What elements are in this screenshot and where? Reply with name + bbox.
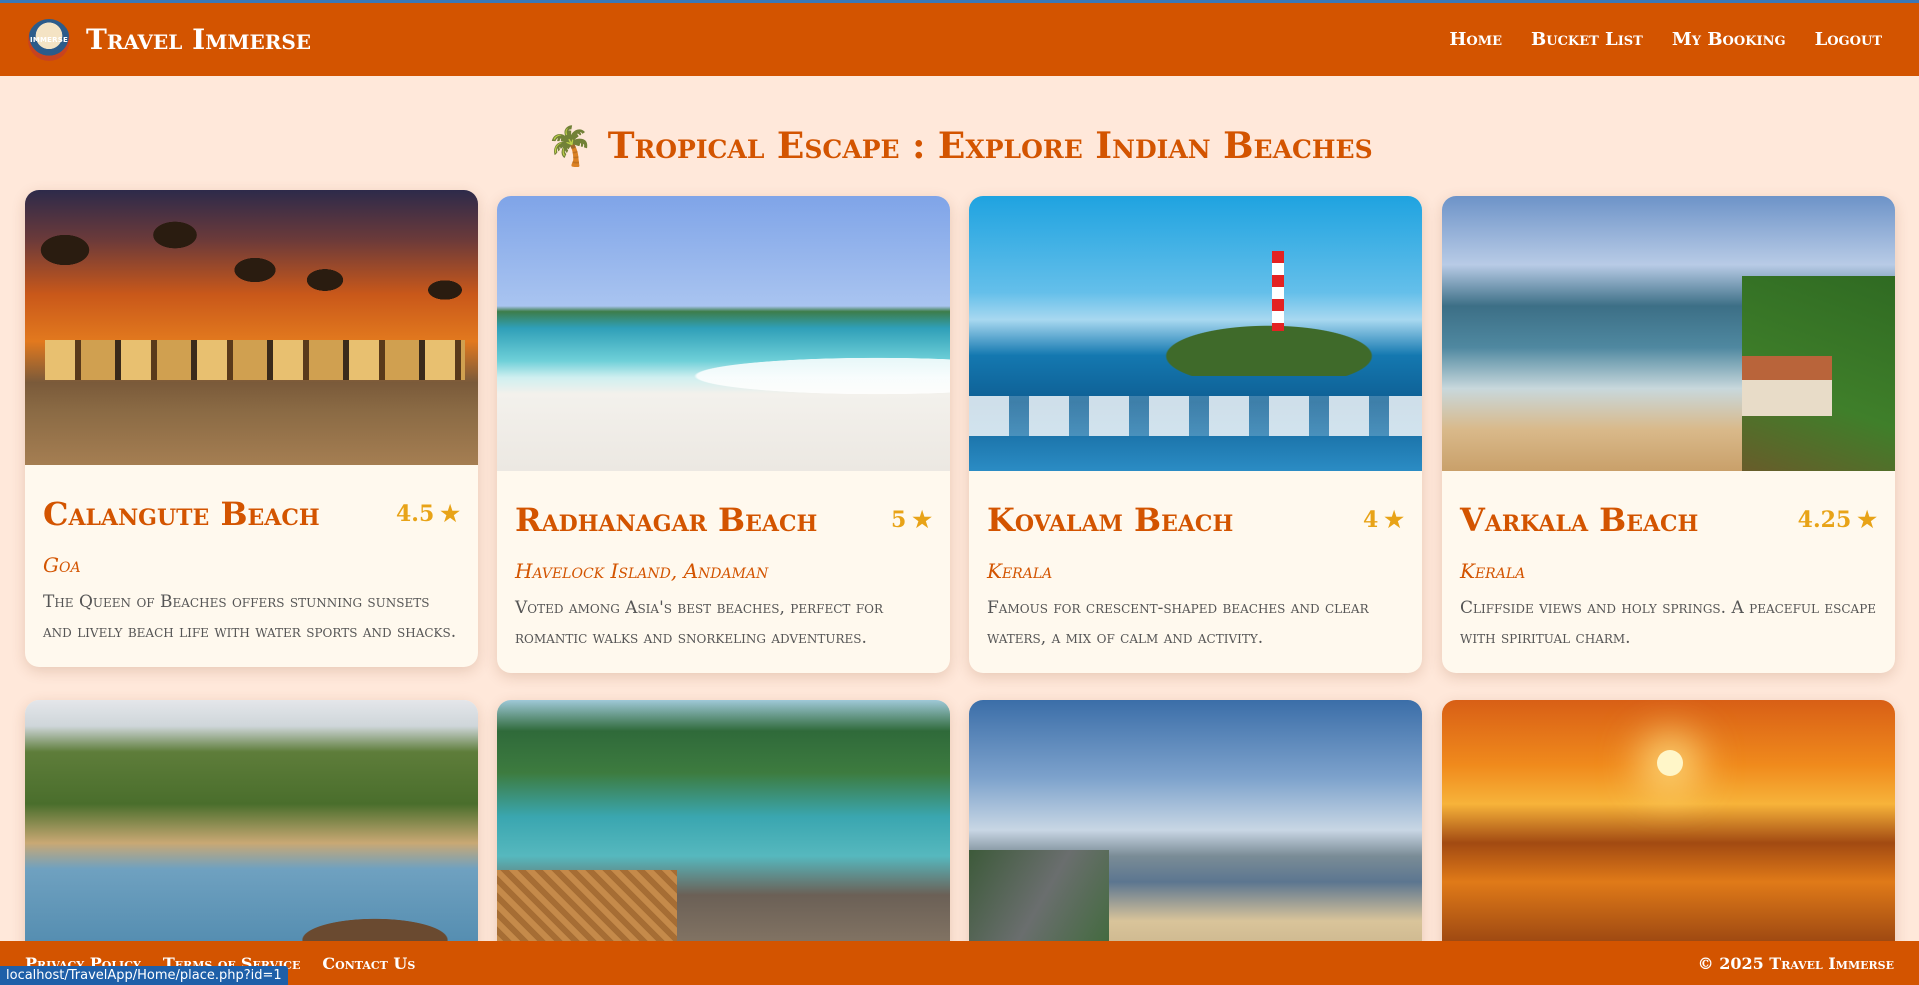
place-card-row2-4[interactable] [1442, 700, 1895, 960]
logo-text: IMMERSE [30, 35, 68, 44]
card-body: Varkala Beach 4.25 ★ Kerala Cliffside vi… [1442, 471, 1895, 673]
brand-name[interactable]: Travel Immerse [86, 23, 311, 56]
place-card-row2-2[interactable] [497, 700, 950, 960]
place-location: Kerala [1460, 559, 1526, 583]
card-header: Varkala Beach 4.25 ★ [1460, 501, 1877, 539]
place-description: The Queen of Beaches offers stunning sun… [43, 592, 457, 642]
place-card-row2-3[interactable] [969, 700, 1422, 960]
rating: 5 ★ [891, 507, 932, 533]
footer: Privacy Policy Terms of Service Contact … [0, 941, 1919, 985]
place-card-calangute[interactable]: Calangute Beach 4.5 ★ Goa The Queen of B… [25, 190, 478, 667]
nav-logout-link[interactable]: Logout [1815, 29, 1882, 50]
page-title-text: Tropical Escape : Explore Indian Beaches [607, 125, 1373, 167]
place-image[interactable] [497, 196, 950, 471]
place-image[interactable] [497, 700, 950, 960]
card-header: Radhanagar Beach 5 ★ [515, 501, 932, 539]
nav-bucket-list-link[interactable]: Bucket List [1531, 29, 1643, 50]
status-bar-url: localhost/TravelApp/Home/place.php?id=1 [0, 966, 288, 985]
headland [1099, 286, 1419, 376]
star-icon: ★ [440, 501, 460, 527]
place-image[interactable] [1442, 196, 1895, 471]
star-icon: ★ [912, 507, 932, 533]
rating-value: 5 [890, 507, 907, 533]
shore-foam [557, 346, 950, 406]
card-header: Calangute Beach 4.5 ★ [43, 495, 460, 533]
place-description: Cliffside views and holy springs. A peac… [1460, 598, 1877, 648]
place-image[interactable] [25, 700, 478, 960]
rating: 4 ★ [1363, 507, 1404, 533]
place-card-varkala[interactable]: Varkala Beach 4.25 ★ Kerala Cliffside vi… [1442, 196, 1895, 673]
navbar: IMMERSE Travel Immerse Home Bucket List … [0, 3, 1919, 76]
place-card-radhanagar[interactable]: Radhanagar Beach 5 ★ Havelock Island, An… [497, 196, 950, 673]
nav-home-link[interactable]: Home [1449, 29, 1502, 50]
sun [1657, 750, 1683, 776]
waves [969, 396, 1422, 436]
place-image[interactable] [969, 700, 1422, 960]
card-body: Calangute Beach 4.5 ★ Goa The Queen of B… [25, 465, 478, 667]
place-location: Goa [43, 553, 81, 577]
rating: 4.25 ★ [1798, 507, 1877, 533]
rating: 4.5 ★ [396, 501, 460, 527]
place-location: Kerala [987, 559, 1053, 583]
beach-shacks [45, 340, 465, 380]
palm-tree-icon: 🌴 [546, 123, 594, 168]
place-card-row2-1[interactable] [25, 700, 478, 960]
place-description: Voted among Asia's best beaches, perfect… [515, 598, 884, 648]
rating-value: 4 [1362, 507, 1379, 533]
lighthouse [1272, 251, 1284, 331]
copyright: © 2025 Travel Immerse [1697, 953, 1894, 973]
place-image[interactable] [25, 190, 478, 465]
nav-links: Home Bucket List My Booking Logout [1449, 29, 1882, 50]
card-body: Radhanagar Beach 5 ★ Havelock Island, An… [497, 471, 950, 673]
card-header: Kovalam Beach 4 ★ [987, 501, 1404, 539]
cliff-houses [1742, 356, 1832, 416]
page-title: 🌴 Tropical Escape : Explore Indian Beach… [0, 125, 1919, 167]
place-location: Havelock Island, Andaman [515, 559, 769, 583]
star-icon: ★ [1857, 507, 1877, 533]
rating-value: 4.25 [1797, 507, 1852, 533]
place-image[interactable] [1442, 700, 1895, 960]
place-name[interactable]: Varkala Beach [1460, 501, 1698, 539]
nav-my-booking-link[interactable]: My Booking [1672, 29, 1786, 50]
place-name[interactable]: Radhanagar Beach [515, 501, 817, 539]
rating-value: 4.5 [395, 501, 435, 527]
place-name[interactable]: Calangute Beach [43, 495, 320, 533]
brand[interactable]: IMMERSE Travel Immerse [28, 18, 311, 61]
card-body: Kovalam Beach 4 ★ Kerala Famous for cres… [969, 471, 1422, 673]
place-name[interactable]: Kovalam Beach [987, 501, 1233, 539]
contact-us-link[interactable]: Contact Us [322, 954, 415, 973]
star-icon: ★ [1384, 507, 1404, 533]
place-description: Famous for crescent-shaped beaches and c… [987, 598, 1369, 648]
place-card-kovalam[interactable]: Kovalam Beach 4 ★ Kerala Famous for cres… [969, 196, 1422, 673]
place-image[interactable] [969, 196, 1422, 471]
brand-logo[interactable]: IMMERSE [28, 18, 70, 61]
